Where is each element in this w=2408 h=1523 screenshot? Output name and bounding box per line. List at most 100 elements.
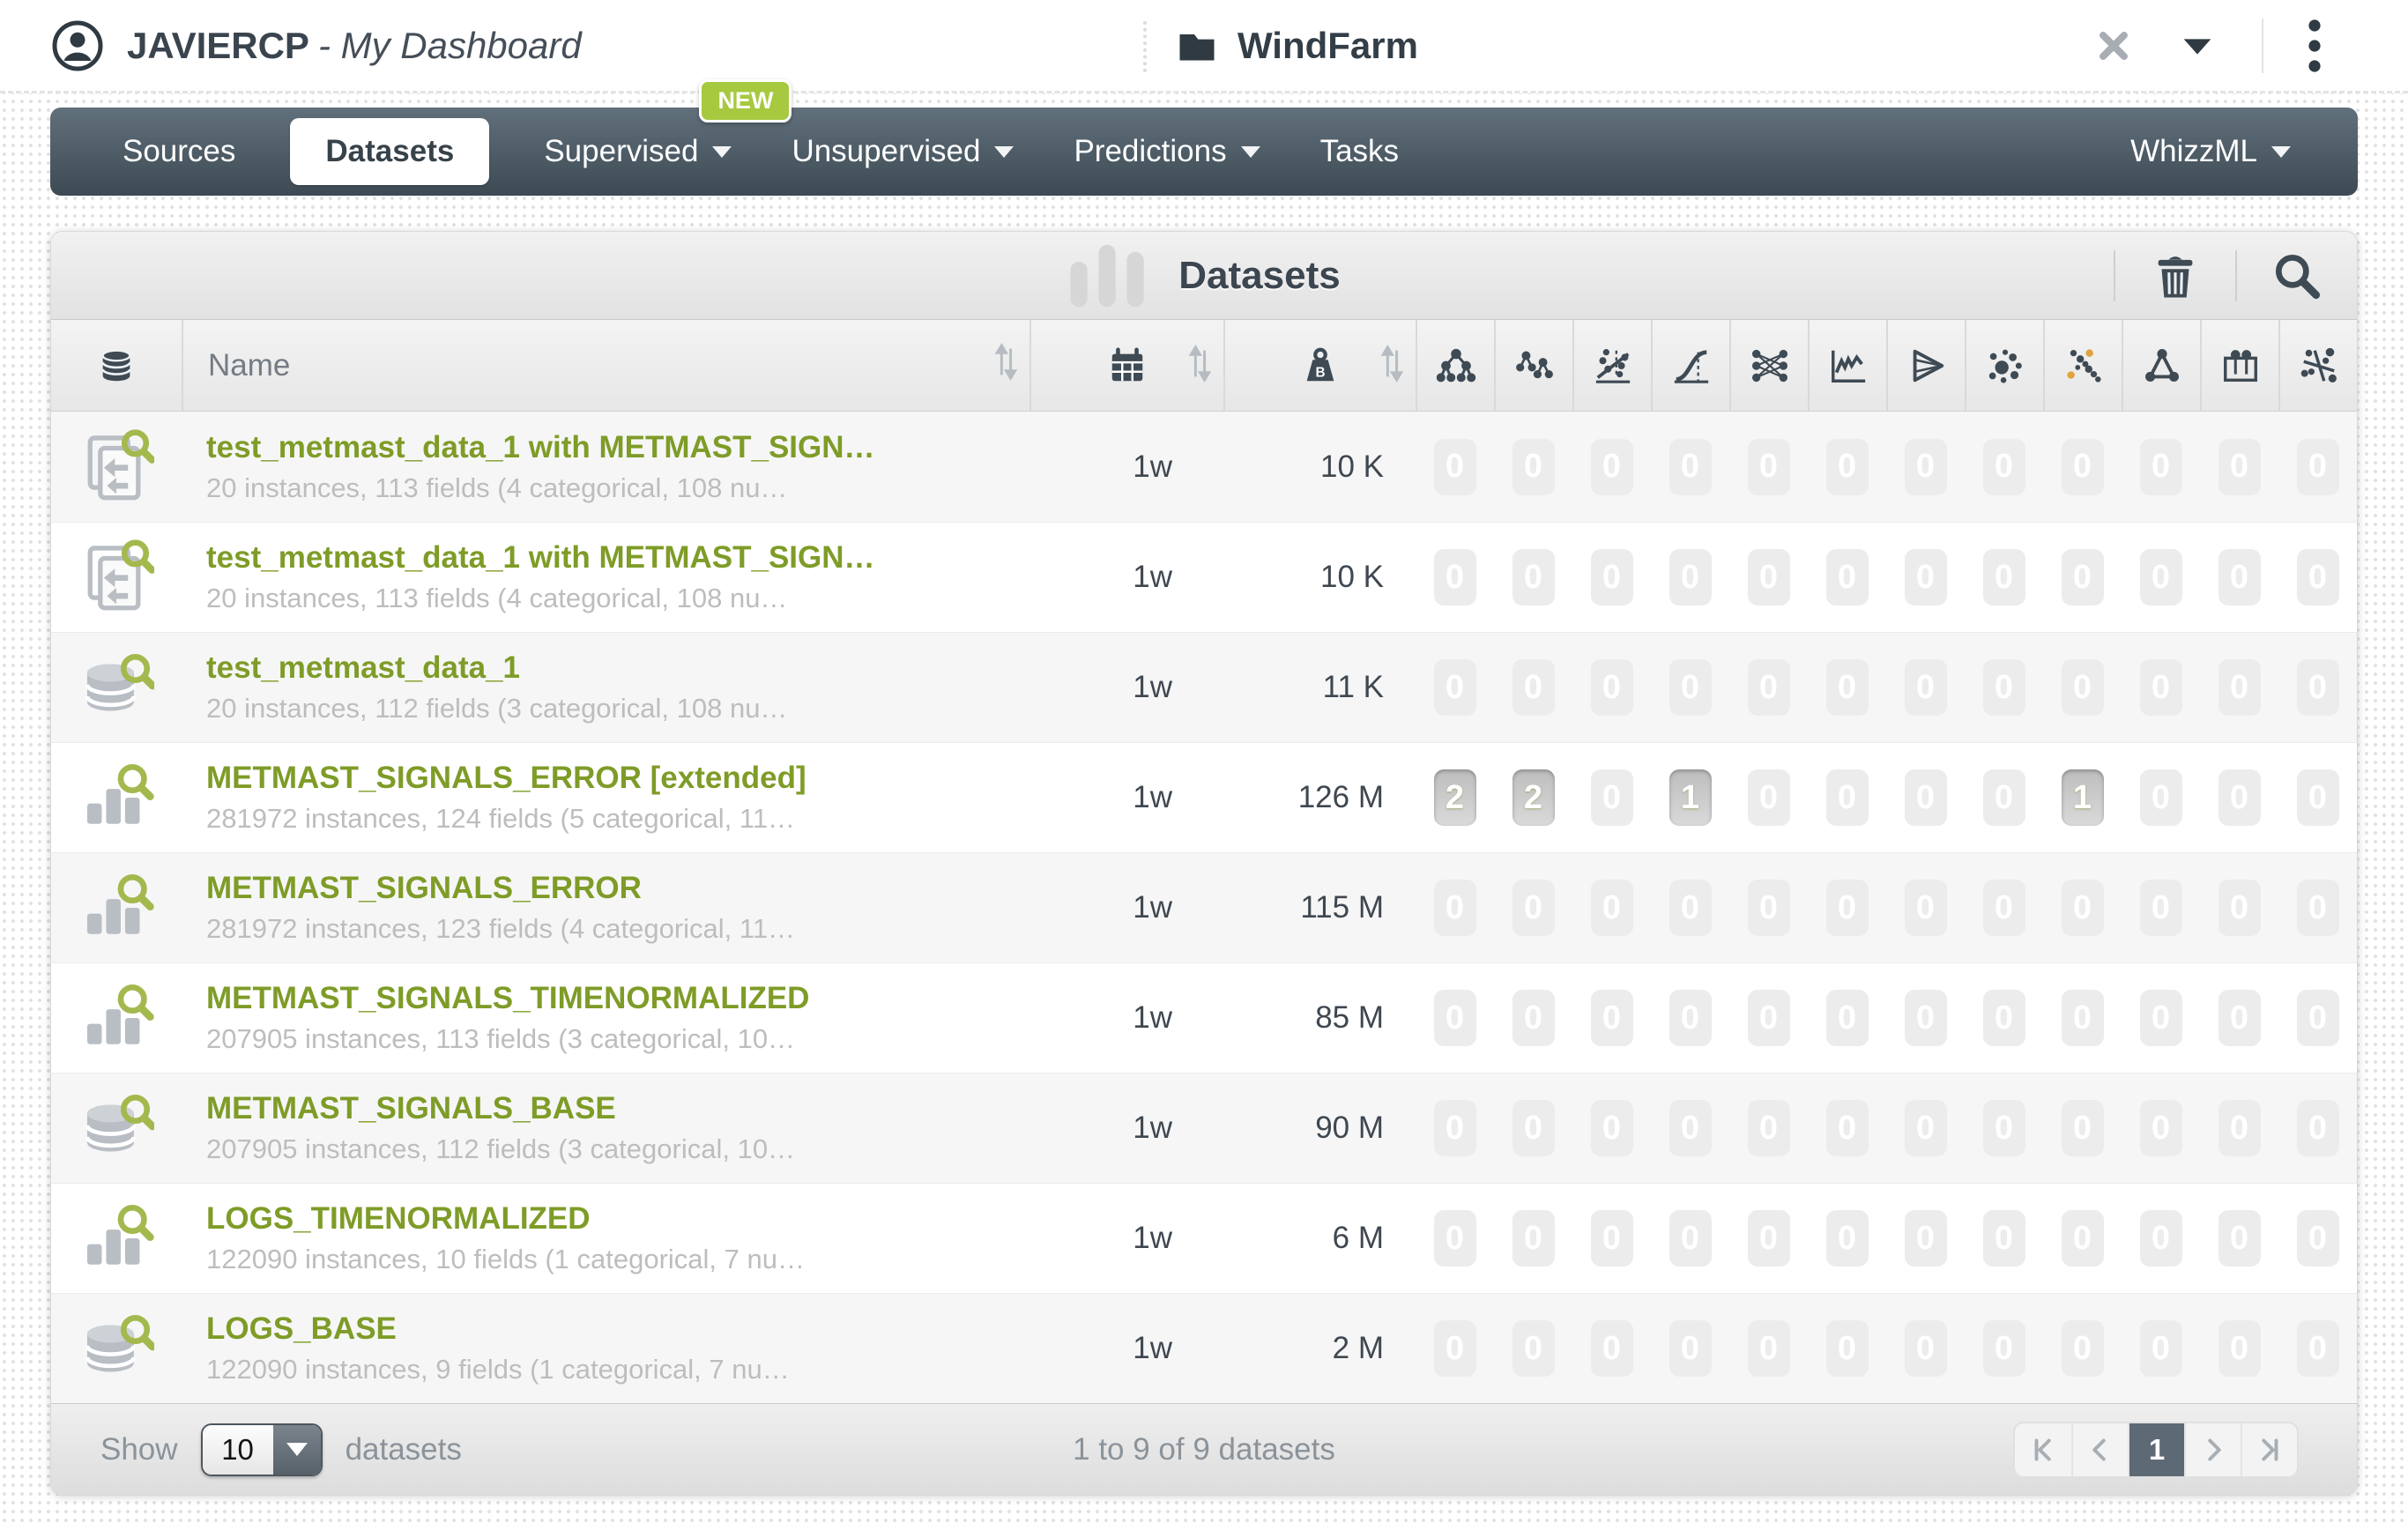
nav-whizzml[interactable]: WhizzML [2100,134,2321,169]
count-cell: 0 [1494,880,1572,936]
pca-count-badge: 0 [2297,1210,2339,1267]
anomaly-column-header[interactable] [2043,320,2122,411]
kebab-menu-icon[interactable] [2308,17,2322,75]
dataset-name-cell: LOGS_TIMENORMALIZED122090 instances, 10 … [182,1201,1029,1275]
table-row[interactable]: METMAST_SIGNALS_ERROR281972 instances, 1… [51,852,2357,962]
sort-by-size[interactable] [1380,341,1403,390]
dataset-name-link[interactable]: LOGS_TIMENORMALIZED [206,1201,1029,1237]
model-count-badge: 0 [1434,439,1476,495]
last-page-button[interactable] [2241,1423,2297,1476]
dataset-name-link[interactable]: METMAST_SIGNALS_ERROR [extended] [206,761,1029,796]
model-column-header[interactable] [1416,320,1494,411]
dataset-name-link[interactable]: test_metmast_data_1 [206,650,1029,686]
panel-titlebar: Datasets [51,232,2357,320]
table-row[interactable]: test_metmast_data_1 with METMAST_SIGN…20… [51,522,2357,632]
count-cell: 2 [1416,769,1494,826]
linear-regression-column-header[interactable] [1572,320,1651,411]
nav-sources[interactable]: Sources [93,134,265,169]
previous-page-button[interactable] [2071,1423,2128,1476]
table-row[interactable]: METMAST_SIGNALS_ERROR [extended]281972 i… [51,742,2357,852]
dataset-name-cell: test_metmast_data_120 instances, 112 fie… [182,650,1029,724]
logistic-regression-count-badge: 0 [1669,990,1712,1046]
ensemble-column-header[interactable] [1494,320,1572,411]
anomaly-count-badge: 0 [2062,880,2104,936]
association-count-badge: 0 [2140,439,2182,495]
count-cell: 0 [1651,1100,1729,1156]
logistic-regression-column-header[interactable] [1651,320,1729,411]
count-cell: 0 [1729,1210,1808,1267]
dataset-size: 10 K [1223,560,1416,595]
first-page-button[interactable] [2015,1423,2071,1476]
count-cell: 0 [1651,659,1729,716]
count-cell: 0 [1494,1100,1572,1156]
deepnet-column-header[interactable] [1729,320,1808,411]
pca-column-header[interactable] [2278,320,2357,411]
user-avatar-icon[interactable] [51,19,104,72]
count-cell: 0 [1729,880,1808,936]
chevron-down-icon [994,146,1014,158]
project-dropdown-icon[interactable] [2177,26,2218,66]
count-cell: 0 [1651,1210,1729,1267]
dataset-name-link[interactable]: LOGS_BASE [206,1311,1029,1347]
dataset-name-link[interactable]: METMAST_SIGNALS_BASE [206,1091,1029,1126]
count-cell: 0 [1572,1320,1651,1377]
ensemble-icon [1514,345,1555,386]
trash-icon[interactable] [2115,249,2235,303]
model-count-badge: 0 [1434,1320,1476,1377]
nav-predictions[interactable]: Predictions [1044,134,1289,169]
count-cell: 0 [1572,880,1651,936]
dataset-name-link[interactable]: test_metmast_data_1 with METMAST_SIGN… [206,430,1029,465]
search-icon[interactable] [2237,249,2357,303]
project-name[interactable]: WindFarm [1237,25,1418,67]
topic-model-column-header[interactable] [2200,320,2278,411]
account-dashboard-link[interactable]: JAVIERCP- My Dashboard [51,19,582,72]
count-cell: 0 [1808,439,1886,495]
dataset-name-link[interactable]: METMAST_SIGNALS_TIMENORMALIZED [206,981,1029,1016]
nav-datasets-active[interactable]: Datasets [290,118,489,185]
current-page-button[interactable]: 1 [2128,1423,2184,1476]
table-row[interactable]: METMAST_SIGNALS_TIMENORMALIZED207905 ins… [51,962,2357,1073]
association-count-badge: 0 [2140,990,2182,1046]
page-size-select[interactable]: 10 [201,1423,323,1476]
dataset-size: 6 M [1223,1221,1416,1256]
nav-supervised[interactable]: SupervisedNEW [514,134,762,169]
topic-model-count-badge: 0 [2218,1100,2261,1156]
close-project-icon[interactable] [2094,26,2133,65]
table-row[interactable]: test_metmast_data_120 instances, 112 fie… [51,632,2357,742]
ensemble-count-badge: 0 [1512,1320,1555,1377]
dataset-age: 1w [1029,1111,1223,1146]
ensemble-count-badge: 0 [1512,880,1555,936]
fusion-column-header[interactable] [1886,320,1965,411]
dataset-name-link[interactable]: METMAST_SIGNALS_ERROR [206,871,1029,906]
ensemble-count-badge: 0 [1512,1210,1555,1267]
count-cell: 0 [1808,1210,1886,1267]
table-row[interactable]: test_metmast_data_1 with METMAST_SIGN…20… [51,412,2357,522]
model-count-badge: 0 [1434,990,1476,1046]
association-count-badge: 0 [2140,549,2182,605]
dataset-age: 1w [1029,560,1223,595]
cluster-column-header[interactable] [1965,320,2043,411]
linear-regression-count-badge: 0 [1591,880,1633,936]
pagination-range-text: 1 to 9 of 9 datasets [1073,1432,1335,1467]
dataset-size: 126 M [1223,780,1416,815]
association-column-header[interactable] [2122,320,2200,411]
datasets-panel: Datasets Name B test_metmast_data_1 with… [50,231,2358,1496]
time-series-count-badge: 0 [1826,990,1869,1046]
table-row[interactable]: LOGS_BASE122090 instances, 9 fields (1 c… [51,1293,2357,1403]
nav-unsupervised[interactable]: Unsupervised [762,134,1044,169]
time-series-column-header[interactable] [1808,320,1886,411]
dataset-name-cell: METMAST_SIGNALS_TIMENORMALIZED207905 ins… [182,981,1029,1055]
nav-tasks[interactable]: Tasks [1290,134,1429,169]
deepnet-count-badge: 0 [1748,1210,1790,1267]
sort-by-age[interactable] [1188,341,1211,390]
association-count-badge: 0 [2140,659,2182,716]
project-selector[interactable]: WindFarm [1174,0,1418,91]
table-row[interactable]: METMAST_SIGNALS_BASE207905 instances, 11… [51,1073,2357,1183]
sort-by-name[interactable] [994,339,1017,391]
table-row[interactable]: LOGS_TIMENORMALIZED122090 instances, 10 … [51,1183,2357,1293]
count-cell: 0 [1494,439,1572,495]
cluster-count-badge: 0 [1983,1320,2025,1377]
next-page-button[interactable] [2184,1423,2241,1476]
dataset-name-link[interactable]: test_metmast_data_1 with METMAST_SIGN… [206,540,1029,576]
count-cell: 0 [1651,990,1729,1046]
